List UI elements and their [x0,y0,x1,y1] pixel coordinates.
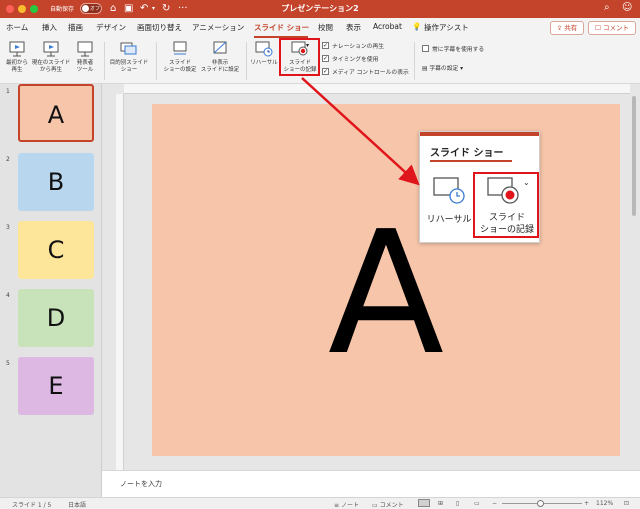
slide-sorter-icon[interactable]: ⊞ [438,500,443,507]
zoom-slider-thumb[interactable] [537,500,544,507]
zoom-out-icon[interactable]: − [492,500,497,507]
fit-to-window-icon[interactable]: ⊡ [624,500,629,507]
pointer-arrow [301,77,420,186]
language-indicator[interactable]: 日本語 [68,500,86,509]
reading-view-icon[interactable]: ▯ [456,500,459,507]
zoom-level[interactable]: 112% [596,500,613,507]
normal-view-button[interactable] [418,499,430,507]
comments-toggle[interactable]: ▭ コメント [372,500,404,509]
notes-toggle-label: ノート [340,502,359,509]
slideshow-view-icon[interactable]: ▭ [474,500,480,507]
zoom-in-icon[interactable]: + [584,500,589,507]
notes-toggle[interactable]: ≡ ノート [334,500,359,509]
notes-placeholder: ノートを入力 [120,480,162,488]
notes-pane[interactable]: ノートを入力 [102,470,640,497]
notes-icon: ≡ [334,502,341,509]
comments-icon: ▭ [372,502,380,509]
status-bar: スライド 1 / 5 日本語 ≡ ノート ▭ コメント ⊞ ▯ ▭ − + 11… [0,497,640,509]
slide-counter: スライド 1 / 5 [12,502,52,509]
comments-toggle-label: コメント [379,502,404,509]
